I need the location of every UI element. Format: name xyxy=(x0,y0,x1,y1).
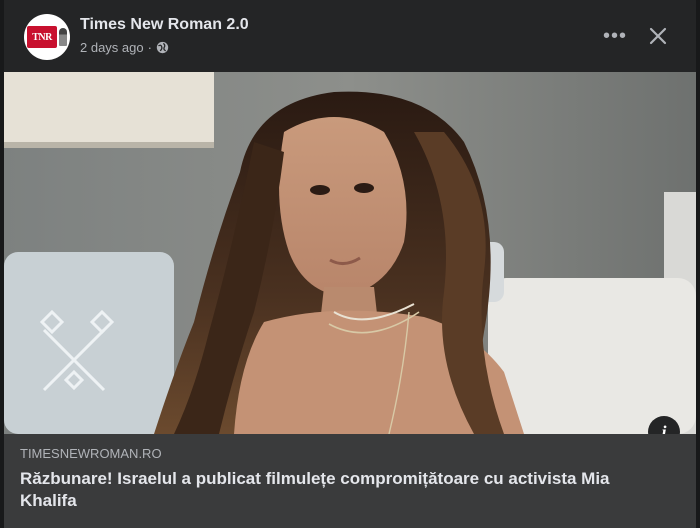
article-photo xyxy=(4,72,696,434)
page-avatar[interactable]: TNR xyxy=(24,14,70,60)
post-meta: 2 days ago · xyxy=(80,40,169,55)
link-preview[interactable]: TIMESNEWROMAN.RO Răzbunare! Israelul a p… xyxy=(4,434,696,528)
post-header: TNR Times New Roman 2.0 2 days ago · ••• xyxy=(4,0,696,72)
post-timestamp[interactable]: 2 days ago xyxy=(80,40,144,55)
meta-separator: · xyxy=(147,40,152,55)
link-domain: TIMESNEWROMAN.RO xyxy=(20,446,162,461)
link-headline[interactable]: Răzbunare! Israelul a publicat filmulețe… xyxy=(20,468,660,512)
more-options-button[interactable]: ••• xyxy=(600,22,630,50)
more-dots-icon: ••• xyxy=(602,24,627,47)
post-card: TNR Times New Roman 2.0 2 days ago · ••• xyxy=(4,0,696,528)
close-icon xyxy=(649,27,667,45)
tnr-logo: TNR xyxy=(27,26,57,48)
close-button[interactable] xyxy=(642,20,674,52)
logo-figure-icon xyxy=(59,28,67,46)
page-name-link[interactable]: Times New Roman 2.0 xyxy=(80,16,249,34)
globe-icon xyxy=(156,41,169,54)
article-image[interactable] xyxy=(4,72,696,434)
